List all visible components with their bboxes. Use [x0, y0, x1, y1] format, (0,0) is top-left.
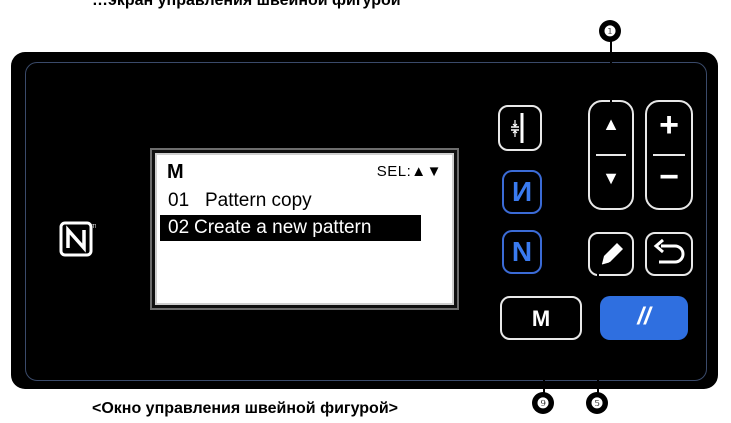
plus-minus-button-group: + − — [645, 100, 693, 210]
return-button[interactable] — [645, 232, 693, 276]
up-arrow-button[interactable]: ▲ — [590, 114, 632, 135]
menu-item-number: 01 — [168, 190, 190, 211]
up-down-button-group: ▲ ▼ — [588, 100, 634, 210]
divider — [596, 154, 626, 156]
thread-tension-icon — [511, 113, 524, 143]
minus-button[interactable]: − — [647, 158, 691, 197]
menu-item-create-new-pattern[interactable]: 02 Create a new pattern — [160, 215, 421, 241]
n-button[interactable]: N — [502, 230, 542, 274]
menu-item-number: 02 — [168, 217, 190, 238]
nfc-icon: TM — [59, 221, 96, 257]
callout-line-9 — [543, 340, 545, 394]
reset-button[interactable]: // — [600, 296, 688, 340]
down-arrow-button[interactable]: ▼ — [590, 168, 632, 189]
n-button-label: N — [511, 236, 533, 267]
return-arrow-icon — [653, 238, 685, 264]
reset-icon: // — [637, 303, 651, 330]
callout-line-1 — [610, 40, 612, 102]
menu-item-pattern-copy[interactable]: 01 Pattern copy — [157, 188, 452, 214]
callout-1: ❶ — [599, 20, 621, 42]
lcd-screen: M SEL:▲▼ 01 Pattern copy 02 Create a new… — [155, 153, 454, 305]
counter-icon: И — [511, 176, 533, 207]
lcd-mode-title: M — [167, 161, 184, 183]
callout-line-5 — [597, 262, 599, 394]
callout-5: ❺ — [586, 392, 608, 414]
plus-button[interactable]: + — [647, 106, 691, 145]
edit-button[interactable] — [588, 232, 634, 276]
menu-item-label: Create a new pattern — [194, 217, 372, 238]
thread-tension-button[interactable] — [498, 105, 542, 151]
lcd-sel-indicator: SEL:▲▼ — [376, 163, 442, 180]
counter-button[interactable]: И — [502, 170, 542, 214]
svg-text:TM: TM — [92, 224, 96, 230]
mode-m-button[interactable]: M — [500, 296, 582, 340]
top-caption: …экран управления швейной фигурой — [92, 0, 401, 9]
m-button-label: M — [531, 306, 551, 331]
callout-9: ❾ — [532, 392, 554, 414]
divider — [653, 154, 685, 156]
menu-item-label: Pattern copy — [205, 190, 312, 211]
bottom-caption: <Окно управления швейной фигурой> — [92, 400, 398, 417]
